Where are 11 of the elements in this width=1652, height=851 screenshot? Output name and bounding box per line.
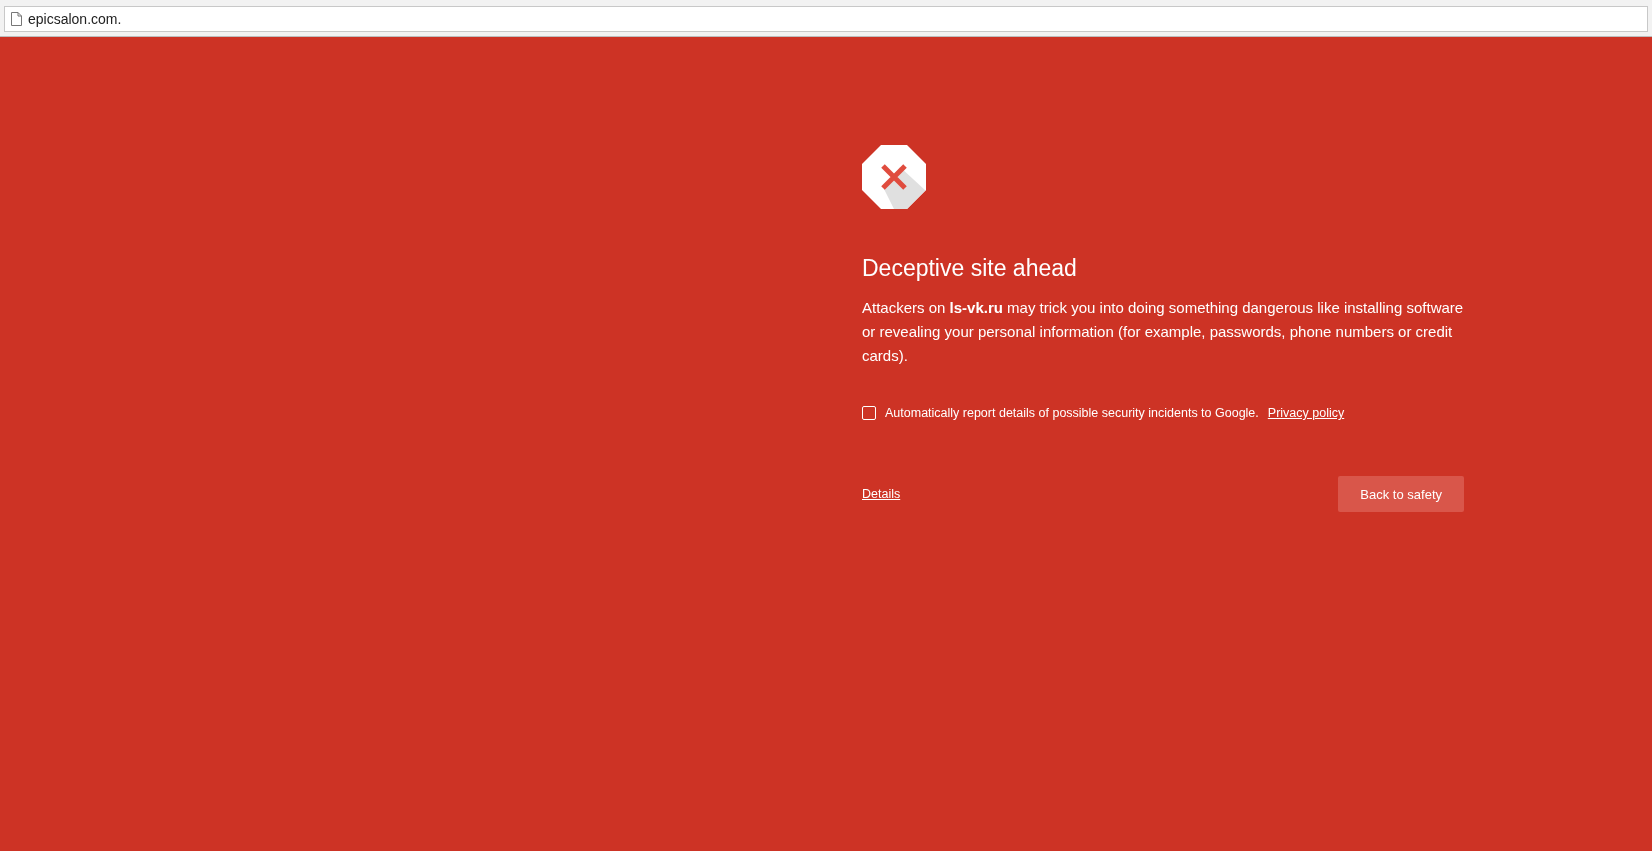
report-checkbox-label: Automatically report details of possible security incidents to Google. xyxy=(885,406,1259,420)
address-bar[interactable]: epicsalon.com. xyxy=(4,6,1648,32)
back-to-safety-button[interactable]: Back to safety xyxy=(1338,476,1464,512)
warning-message: Attackers on ls-vk.ru may trick you into doing something dangerous like installing software or revealing your personal information (for example, passwords, phone numbers or credit cards). xyxy=(862,298,1464,366)
details-link[interactable]: Details xyxy=(862,487,901,501)
error-stop-icon xyxy=(862,145,926,209)
report-checkbox[interactable] xyxy=(862,406,876,420)
url-text: epicsalon.com. xyxy=(28,11,122,27)
privacy-policy-link[interactable]: Privacy policy xyxy=(1267,406,1345,420)
warning-title: Deceptive site ahead xyxy=(862,255,1078,282)
page-icon xyxy=(11,12,22,26)
